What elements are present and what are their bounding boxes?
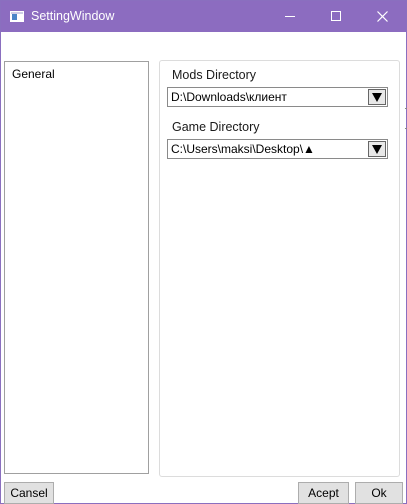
ok-button[interactable]: Ok [355, 482, 403, 504]
mods-directory-dropdown-button[interactable] [368, 89, 386, 105]
title-bar[interactable]: SettingWindow [1, 1, 406, 32]
game-directory-combobox[interactable]: C:\Users\maksi\Desktop\▲ [167, 139, 388, 159]
maximize-icon [331, 11, 341, 21]
game-directory-label: Game Directory [172, 120, 260, 134]
game-directory-dropdown-button[interactable] [368, 141, 386, 157]
category-item-general[interactable]: General [12, 67, 55, 81]
acept-button[interactable]: Acept [298, 482, 349, 504]
minimize-button[interactable] [267, 1, 313, 32]
window-icon [10, 11, 24, 22]
setting-window: SettingWindow General Mods Directory D:\… [0, 0, 407, 504]
mods-directory-label: Mods Directory [172, 68, 257, 82]
close-button[interactable] [359, 1, 405, 32]
dropdown-arrow-icon [372, 93, 382, 102]
mods-directory-value: D:\Downloads\клиент [171, 90, 287, 104]
maximize-button[interactable] [313, 1, 359, 32]
mods-directory-combobox[interactable]: D:\Downloads\клиент [167, 87, 388, 107]
game-directory-value: C:\Users\maksi\Desktop\▲ [171, 142, 315, 156]
minimize-icon [285, 16, 295, 17]
window-title: SettingWindow [31, 9, 115, 23]
settings-category-list[interactable]: General [4, 61, 149, 474]
close-icon [377, 11, 388, 22]
cansel-button[interactable]: Cansel [4, 482, 54, 504]
dropdown-arrow-icon [372, 145, 382, 154]
